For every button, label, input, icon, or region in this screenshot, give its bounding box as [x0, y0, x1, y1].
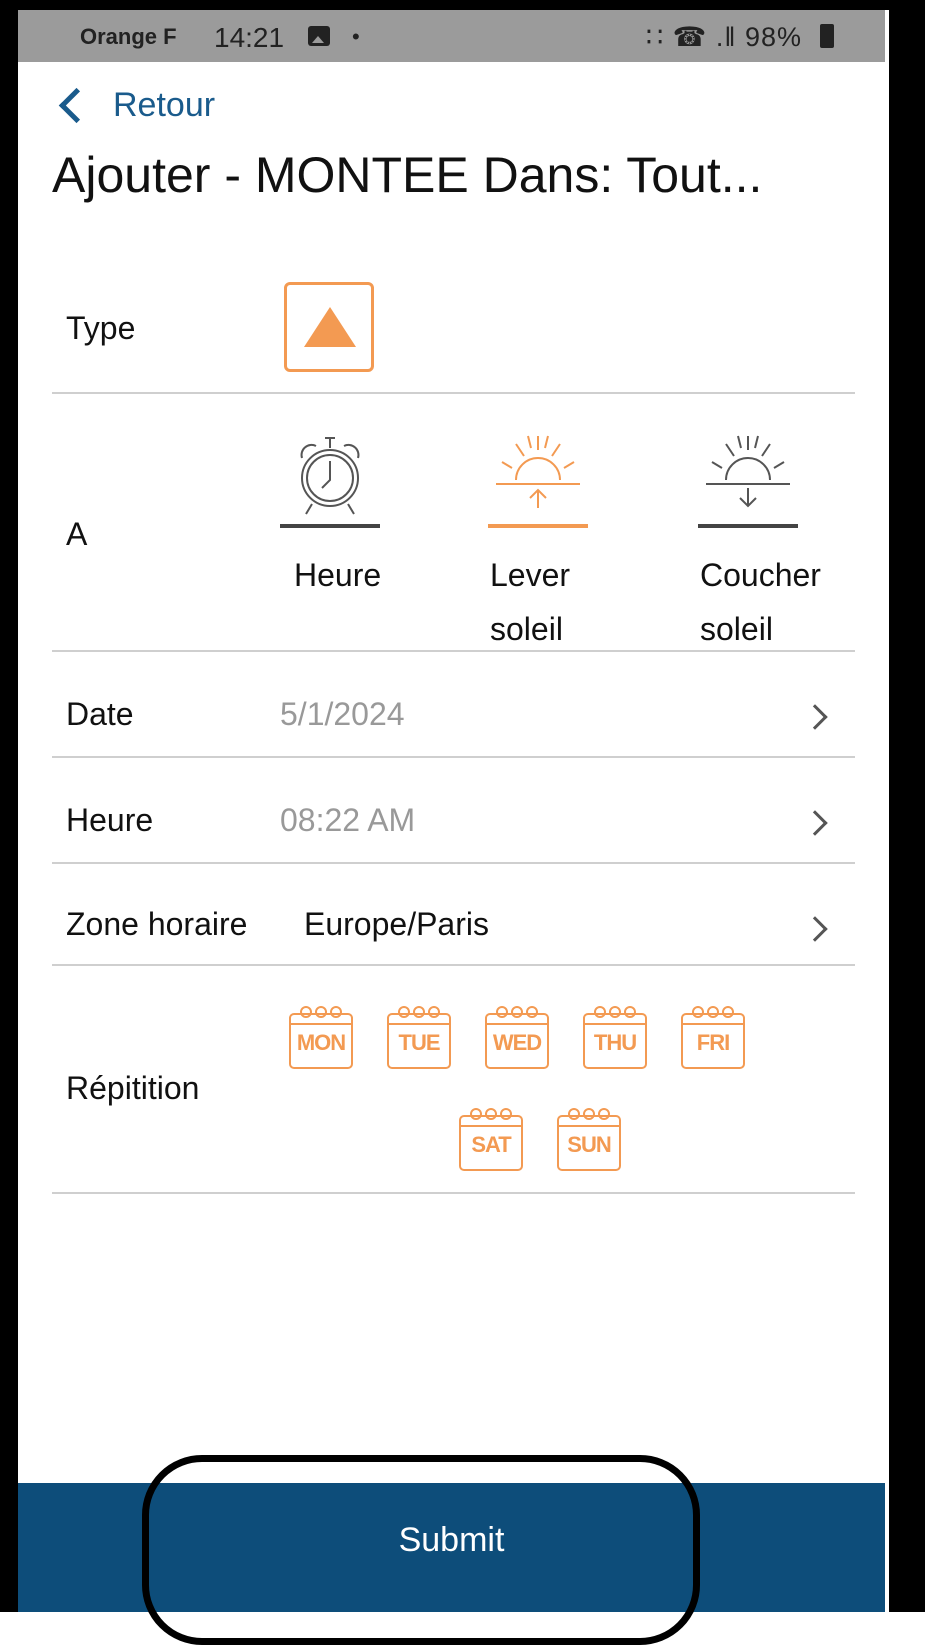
status-time: 14:21: [214, 22, 285, 53]
sunset-icon: [706, 435, 790, 508]
notification-dot: •: [352, 24, 360, 49]
divider: [52, 964, 855, 966]
day-wed-toggle[interactable]: WED: [482, 1002, 552, 1070]
back-label: Retour: [113, 86, 216, 124]
heure-value: 08:22 AM: [280, 802, 416, 838]
option-coucher-soleil[interactable]: Coucher soleil: [698, 428, 828, 647]
divider: [52, 756, 855, 758]
option-lever-soleil[interactable]: Lever soleil: [488, 428, 618, 647]
option-label-line2: soleil: [490, 611, 563, 647]
day-thu-toggle[interactable]: THU: [580, 1002, 650, 1070]
type-selector[interactable]: [284, 282, 374, 372]
frame-right: [889, 0, 925, 1612]
option-label: Coucher soleil: [700, 548, 821, 656]
page-title: Ajouter - MONTEE Dans: Tout...: [52, 147, 763, 203]
zone-value: Europe/Paris: [304, 906, 489, 942]
option-heure[interactable]: Heure: [280, 428, 410, 593]
day-mon-toggle[interactable]: MON: [286, 1002, 356, 1070]
date-label: Date: [66, 696, 134, 732]
chevron-right-icon: [802, 704, 828, 730]
a-label: A: [66, 516, 88, 552]
status-bar: Orange F 14:21 • ∷ ☎ .‖ 98%: [18, 10, 885, 62]
chevron-right-icon: [802, 810, 828, 836]
back-button[interactable]: Retour: [52, 86, 215, 125]
day-label: THU: [593, 1030, 637, 1055]
day-tue-toggle[interactable]: TUE: [384, 1002, 454, 1070]
chevron-left-icon: [58, 87, 95, 124]
divider: [52, 1192, 855, 1194]
option-label: Heure: [294, 548, 381, 602]
sunrise-icon: [496, 435, 580, 508]
option-label: Lever soleil: [490, 548, 570, 656]
option-underline: [280, 524, 380, 528]
carrier-name: Orange F: [80, 24, 177, 49]
frame-left: [0, 0, 18, 1612]
gallery-icon: [308, 26, 330, 46]
option-underline: [698, 524, 798, 528]
day-label: FRI: [696, 1030, 730, 1055]
heure-label: Heure: [66, 802, 154, 838]
alarm-clock-icon: [300, 437, 360, 515]
option-label-line1: Lever: [490, 557, 571, 593]
option-label-line1: Coucher: [700, 557, 821, 593]
divider: [52, 392, 855, 394]
status-right: ∷ ☎ .‖ 98%: [646, 22, 802, 53]
chevron-right-icon: [802, 916, 828, 942]
zone-label: Zone horaire: [66, 906, 248, 942]
day-label: SAT: [471, 1132, 511, 1157]
date-value: 5/1/2024: [280, 696, 405, 732]
option-underline-active: [488, 524, 588, 528]
day-label: MON: [296, 1030, 346, 1055]
frame-top: [0, 0, 925, 10]
battery-icon: [820, 24, 834, 48]
day-fri-toggle[interactable]: FRI: [678, 1002, 748, 1070]
option-label-line1: Heure: [294, 557, 382, 593]
divider: [52, 650, 855, 652]
highlight-outline: [142, 1455, 700, 1645]
day-label: TUE: [398, 1030, 441, 1055]
triangle-up-icon: [304, 307, 356, 347]
option-label-line2: soleil: [700, 611, 773, 647]
app-screen: Orange F 14:21 • ∷ ☎ .‖ 98% Retour Ajout…: [18, 10, 885, 1612]
day-sat-toggle[interactable]: SAT: [456, 1104, 526, 1172]
day-label: SUN: [567, 1132, 611, 1157]
repetition-label: Répitition: [66, 1070, 200, 1106]
day-sun-toggle[interactable]: SUN: [554, 1104, 624, 1172]
day-label: WED: [492, 1030, 542, 1055]
divider: [52, 862, 855, 864]
type-label: Type: [66, 310, 136, 346]
signal-icons: ∷ ☎ .‖ 98%: [646, 22, 803, 52]
